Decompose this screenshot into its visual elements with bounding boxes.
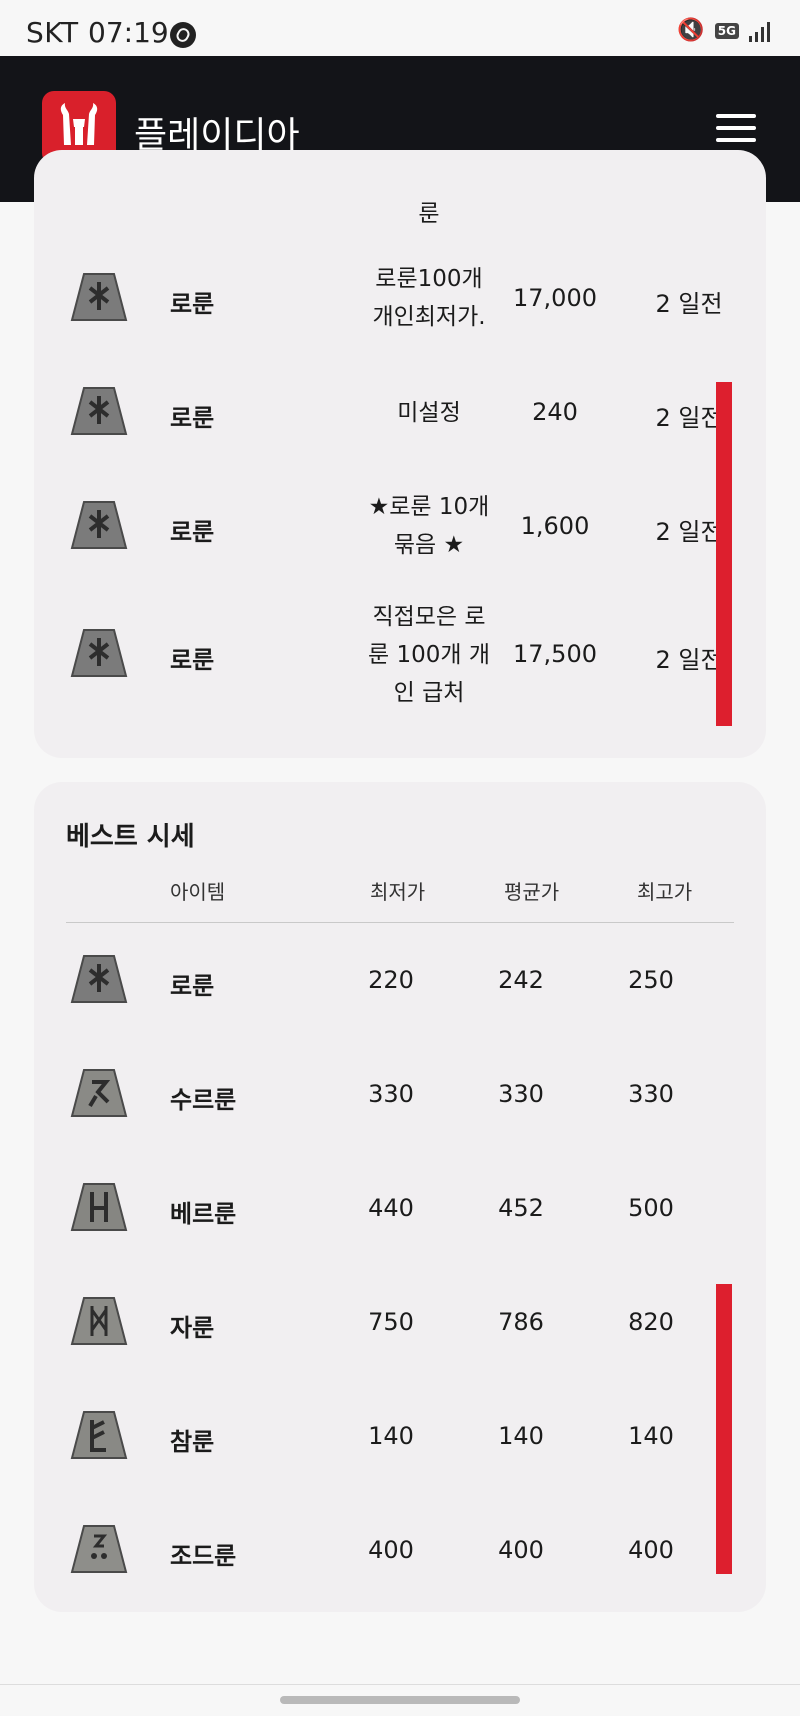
high-price: 330 xyxy=(628,1080,674,1108)
header-divider xyxy=(66,922,734,923)
item-name: 자룬 xyxy=(170,1314,215,1342)
avg-price: 400 xyxy=(498,1536,544,1564)
best-price-title: 베스트 시세 xyxy=(66,822,195,852)
item-name: 로룬 xyxy=(170,290,215,318)
lo-rune-icon xyxy=(70,387,128,435)
price-row[interactable]: 로룬 220 242 250 xyxy=(34,924,766,1038)
low-price: 220 xyxy=(368,966,414,994)
avg-price: 330 xyxy=(498,1080,544,1108)
price-row[interactable]: 조드룬 400 400 400 xyxy=(34,1494,766,1608)
col-header-item: 아이템 xyxy=(170,880,226,904)
zod-rune-icon xyxy=(70,1525,128,1573)
best-price-card: 베스트 시세 아이템 최저가 평균가 최고가 로룬 220 242 250 수르… xyxy=(34,782,766,1612)
low-price: 140 xyxy=(368,1422,414,1450)
price-row[interactable]: 수르룬 330 330 330 xyxy=(34,1038,766,1152)
price-row[interactable]: 베르룬 440 452 500 xyxy=(34,1152,766,1266)
item-name: 조드룬 xyxy=(170,1542,237,1570)
status-bar: SKT 07:19 🔇 5G xyxy=(0,0,800,56)
high-price: 140 xyxy=(628,1422,674,1450)
lo-rune-icon xyxy=(70,955,128,1003)
lo-rune-icon xyxy=(70,273,128,321)
low-price: 750 xyxy=(368,1308,414,1336)
listing-row[interactable]: 로룬 미설정 240 2 일전 xyxy=(34,356,766,470)
high-price: 400 xyxy=(628,1536,674,1564)
listing-row[interactable]: 로룬 ★로룬 10개 묶음 ★ 1,600 2 일전 xyxy=(34,470,766,584)
avg-price: 786 xyxy=(498,1308,544,1336)
scroll-indicator-bar xyxy=(716,382,732,726)
sur-rune-icon xyxy=(70,1069,128,1117)
home-indicator[interactable] xyxy=(280,1696,520,1704)
high-price: 820 xyxy=(628,1308,674,1336)
item-name: 로룬 xyxy=(170,972,215,1000)
listing-date: 2 일전 xyxy=(655,518,723,546)
avg-price: 140 xyxy=(498,1422,544,1450)
listing-desc-cut: 룬 xyxy=(418,201,440,227)
signal-icon xyxy=(749,20,770,42)
low-price: 330 xyxy=(368,1080,414,1108)
listing-row[interactable]: 로룬 직접모은 로룬 100개 개인 급처 17,500 2 일전 xyxy=(34,598,766,712)
scroll-indicator-bar xyxy=(716,1284,732,1574)
listing-row[interactable]: 로룬 로룬100개 개인최저가. 17,000 2 일전 xyxy=(34,242,766,356)
cham-rune-icon xyxy=(70,1411,128,1459)
high-price: 500 xyxy=(628,1194,674,1222)
avg-price: 242 xyxy=(498,966,544,994)
col-header-low: 최저가 xyxy=(370,880,426,904)
low-price: 400 xyxy=(368,1536,414,1564)
listing-date: 2 일전 xyxy=(655,290,723,318)
item-name: 베르룬 xyxy=(170,1200,237,1228)
bottom-divider xyxy=(0,1684,800,1685)
col-header-high: 최고가 xyxy=(637,880,693,904)
network-5g-icon: 5G xyxy=(714,22,739,39)
item-name: 로룬 xyxy=(170,404,215,432)
item-name: 수르룬 xyxy=(170,1086,237,1114)
mute-icon: 🔇 xyxy=(677,18,705,43)
item-name: 로룬 xyxy=(170,518,215,546)
avg-price: 452 xyxy=(498,1194,544,1222)
shazam-icon xyxy=(170,22,196,48)
price-row[interactable]: 자룬 750 786 820 xyxy=(34,1266,766,1380)
ber-rune-icon xyxy=(70,1183,128,1231)
item-name: 로룬 xyxy=(170,646,215,674)
high-price: 250 xyxy=(628,966,674,994)
carrier-label: SKT xyxy=(26,16,79,49)
listing-date: 2 일전 xyxy=(655,646,723,674)
item-name: 참룬 xyxy=(170,1428,215,1456)
jah-rune-icon xyxy=(70,1297,128,1345)
listing-date: 2 일전 xyxy=(655,404,723,432)
price-row[interactable]: 참룬 140 140 140 xyxy=(34,1380,766,1494)
hamburger-menu-icon[interactable] xyxy=(716,114,756,144)
lo-rune-icon xyxy=(70,629,128,677)
lo-rune-icon xyxy=(70,501,128,549)
low-price: 440 xyxy=(368,1194,414,1222)
listings-card: 룬 로룬 로룬100개 개인최저가. 17,000 2 일전 로룬 미설정 240… xyxy=(34,150,766,758)
clock: 07:19 xyxy=(88,16,169,49)
col-header-avg: 평균가 xyxy=(504,880,560,904)
status-icons: 🔇 5G xyxy=(677,18,770,43)
